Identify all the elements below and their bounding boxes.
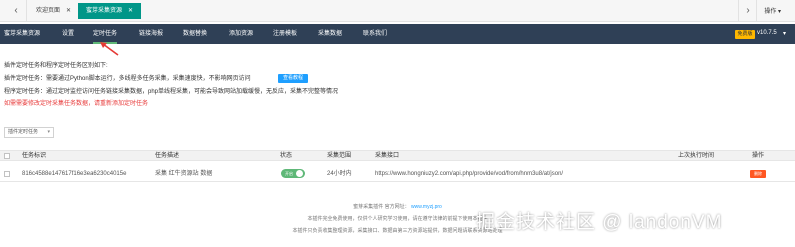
view-tutorial-button[interactable]: 查看教程 [278, 74, 308, 83]
table-row: 816c4588e147617f16e3ea6230c4015e 采集 红牛资源… [0, 166, 795, 182]
footer-site-label: 官方网址： [384, 204, 410, 210]
footer-plugin-name: 蜜芽采集插件 [353, 204, 384, 210]
col-header-range: 采集范围 [327, 153, 352, 159]
task-range: 24小时内 [327, 171, 352, 177]
desc-plugin-task: 插件定时任务：需要通过Python脚本运行，多线程多任务采集，采集速度快，不影响… [4, 76, 251, 82]
menu-item-contact[interactable]: 联系我们 [363, 24, 387, 44]
task-type-select-value: 插件定时任务 [8, 129, 39, 135]
col-header-action: 操作 [752, 153, 765, 159]
chevron-down-icon: ▾ [47, 129, 50, 135]
col-header-last-run: 上次执行时间 [678, 153, 715, 159]
task-id: 816c4588e147617f16e3ea6230c4015e [22, 171, 127, 177]
tab-label: 欢迎页面 [36, 8, 61, 14]
table-header: 任务标识 任务描述 状态 采集范围 采集接口 上次执行时间 操作 [0, 150, 795, 161]
arrow-annotation-icon [100, 42, 119, 56]
menu-item-collect-data[interactable]: 采集数据 [318, 24, 342, 44]
tab-miya-collect[interactable]: 蜜芽采集资源 ✕ [78, 3, 142, 19]
close-icon[interactable]: ✕ [66, 8, 71, 14]
menu-item-home[interactable]: 蜜芽采集资源 [4, 24, 40, 44]
task-desc: 采集 红牛资源站 数据 [155, 171, 213, 177]
menu-item-register-template[interactable]: 注册模板 [273, 24, 297, 44]
delete-button[interactable]: 删除 [750, 170, 766, 178]
menu-item-settings[interactable]: 设置 [62, 24, 74, 44]
row-checkbox[interactable] [4, 171, 10, 177]
footer-site-link[interactable]: www.myzj.pro [411, 204, 442, 210]
desc-title: 插件定时任务和程序定时任务区别如下: [4, 63, 108, 69]
menu-item-data-replace[interactable]: 数据替换 [183, 24, 207, 44]
chevron-right-icon[interactable]: › [742, 4, 754, 18]
close-icon[interactable]: ✕ [128, 8, 133, 14]
tab-label: 蜜芽采集资源 [86, 8, 123, 14]
version-badge: 免费版 [735, 30, 755, 39]
version-label: v10.7.5 [757, 30, 777, 36]
status-toggle[interactable]: 开启 [281, 169, 305, 178]
menu-item-link-poster[interactable]: 链接海报 [139, 24, 163, 44]
desc-program-task: 程序定时任务：通过定时监控访问任务链接采集数据，php单线程采集，可能会导致网站… [4, 89, 339, 95]
chevron-left-icon[interactable]: ‹ [10, 4, 22, 18]
watermark: 掘金技术社区 @ landonVM [476, 212, 723, 233]
task-type-select[interactable]: 插件定时任务 ▾ [4, 127, 54, 138]
select-all-checkbox[interactable] [4, 153, 10, 159]
menu-item-add-resource[interactable]: 添加资源 [229, 24, 253, 44]
toggle-knob [296, 170, 303, 177]
col-header-api: 采集接口 [375, 153, 400, 159]
tab-bar: ‹ 欢迎页面 ✕ 蜜芽采集资源 ✕ › 操作 ▾ [0, 0, 795, 22]
chevron-down-icon[interactable]: ▾ [783, 30, 786, 37]
desc-warning: 如需需要修改定时采集任务数据，请重新添加定时任务 [4, 101, 149, 107]
col-header-desc: 任务描述 [155, 153, 180, 159]
task-api-url: https://www.hongniuzy2.com/api.php/provi… [375, 171, 564, 177]
col-header-id: 任务标识 [22, 153, 47, 159]
status-toggle-label: 开启 [285, 171, 293, 176]
tab-welcome[interactable]: 欢迎页面 ✕ [28, 3, 79, 19]
col-header-status: 状态 [280, 153, 293, 159]
operations-dropdown[interactable]: 操作 ▾ [764, 6, 781, 15]
